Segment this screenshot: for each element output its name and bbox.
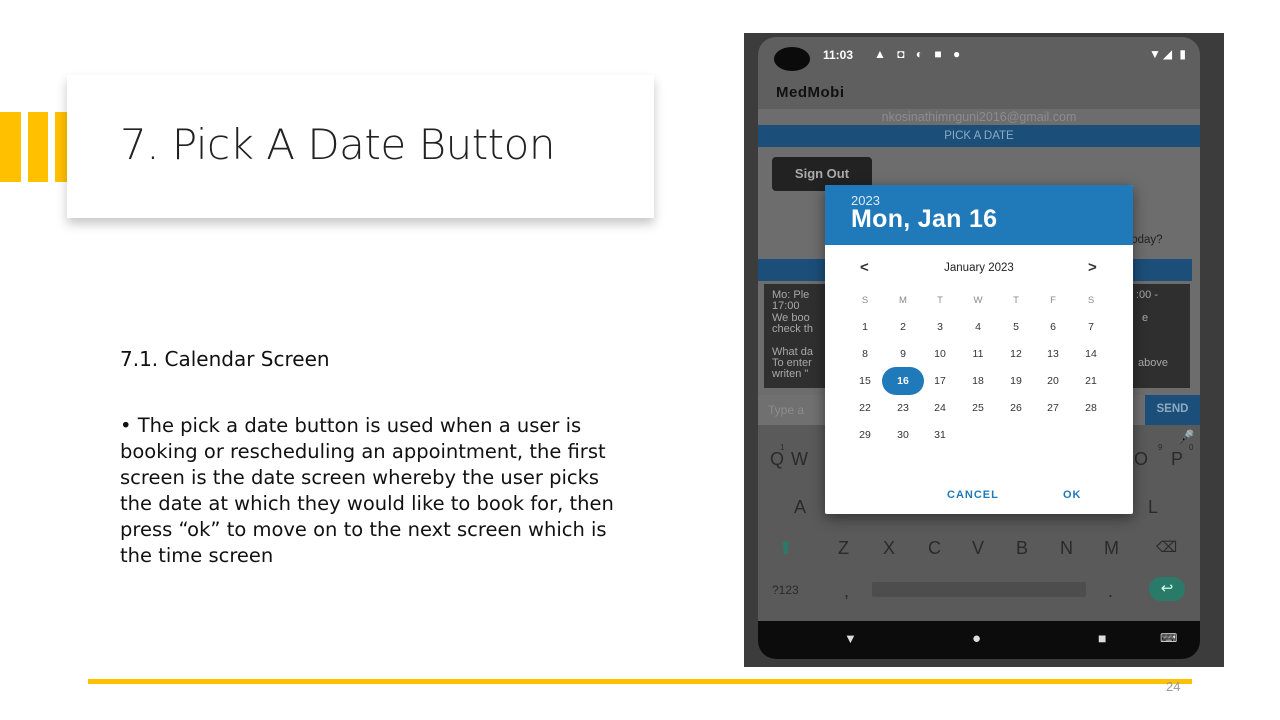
calendar-day[interactable]: 26 [1003,402,1029,414]
calendar-day[interactable]: 6 [1040,321,1066,333]
nav-bar: ▼ ● ■ ⌨ [758,621,1200,659]
calendar-day[interactable]: 20 [1040,375,1066,387]
key-v[interactable]: V [972,538,984,559]
slide-title: 7. Pick A Date Button [120,120,555,169]
signal-battery-icons: ▼◢ ▮ [1148,47,1188,61]
calendar-day[interactable]: 8 [852,348,878,360]
key-q[interactable]: Q [770,449,784,470]
weekday-header: F [1050,295,1056,306]
camera-cutout [774,47,810,71]
calendar-day[interactable]: 18 [965,375,991,387]
calendar-day[interactable]: 12 [1003,348,1029,360]
key-hint: 1 [780,443,785,452]
key-c[interactable]: C [928,538,941,559]
calendar-day[interactable]: 2 [890,321,916,333]
key-z[interactable]: Z [838,538,849,559]
key-x[interactable]: X [883,538,895,559]
space-bar[interactable] [872,582,1086,597]
calendar-day[interactable]: 3 [927,321,953,333]
month-label: January 2023 [944,262,1014,274]
calendar-day[interactable]: 23 [890,402,916,414]
chat-line: writen " [772,368,809,380]
calendar-day[interactable]: 24 [927,402,953,414]
weekday-header: S [1087,295,1095,306]
calendar-day[interactable]: 28 [1078,402,1104,414]
calendar-day[interactable]: 4 [965,321,991,333]
date-picker-header: 2023 Mon, Jan 16 [825,185,1133,245]
calendar-day[interactable]: 10 [927,348,953,360]
notification-icons: ▲ ◘ ◐ ■ ● [874,47,965,61]
chat-line-right: e [1142,312,1149,324]
calendar-day[interactable]: 14 [1078,348,1104,360]
calendar-day[interactable]: 31 [927,429,953,441]
enter-icon[interactable]: ↩ [1149,577,1185,601]
calendar-day[interactable]: 17 [927,375,953,387]
shift-icon[interactable]: ⬆ [778,538,793,559]
calendar-day[interactable]: 1 [852,321,878,333]
key-o[interactable]: O [1134,449,1148,470]
calendar-day[interactable]: 29 [852,429,878,441]
title-box: 7. Pick A Date Button [67,75,654,218]
ok-button[interactable]: OK [1063,489,1082,501]
period-key[interactable]: . [1108,581,1113,602]
home-icon[interactable]: ● [972,630,981,647]
key-b[interactable]: B [1016,538,1028,559]
calendar-day[interactable]: 11 [965,348,991,360]
backspace-icon[interactable]: ⌫ [1156,538,1177,556]
app-title: MedMobi [776,84,845,101]
calendar-day[interactable]: 30 [890,429,916,441]
chat-line-right: :00 - [1136,289,1159,301]
send-button[interactable]: SEND [1145,395,1200,425]
next-month-icon[interactable]: > [1088,259,1097,276]
status-bar: 11:03 ▲ ◘ ◐ ■ ● ▼◢ ▮ [758,37,1200,77]
accent-bar-2 [28,112,48,182]
cancel-button[interactable]: CANCEL [947,489,999,501]
calendar-day[interactable]: 15 [852,375,878,387]
weekday-header: T [1013,295,1019,306]
key-m[interactable]: M [1104,538,1119,559]
selected-day[interactable]: 16 [890,375,916,387]
prompt-today-text: today? [1128,234,1163,246]
keyboard-switch-icon[interactable]: ⌨ [1160,631,1177,645]
back-icon[interactable]: ▼ [844,631,857,646]
key-n[interactable]: N [1060,538,1073,559]
user-email: nkosinathimnguni2016@gmail.com [881,110,1077,124]
accent-bar-3 [55,112,67,182]
chat-line-right: above [1138,357,1168,369]
status-time: 11:03 [823,48,854,62]
message-placeholder: Type a [768,403,805,417]
pick-date-button[interactable]: PICK A DATE [758,125,1200,147]
bullet-paragraph: • The pick a date button is used when a … [120,414,614,567]
calendar-day[interactable]: 25 [965,402,991,414]
weekday-header: S [861,295,869,306]
key-w[interactable]: W [791,449,808,470]
key-a[interactable]: A [794,497,806,518]
section-subheading: 7.1. Calendar Screen [120,347,330,371]
page-number: 24 [1166,679,1181,694]
weekday-header: W [973,295,983,306]
key-l[interactable]: L [1148,497,1158,518]
key-p[interactable]: P [1171,449,1183,470]
chat-line: check th [772,323,813,335]
weekday-header: M [899,295,907,306]
bottom-divider [88,679,1192,684]
accent-bar-1 [0,112,21,182]
header-selected-date[interactable]: Mon, Jan 16 [851,205,997,234]
weekday-header: T [937,295,943,306]
calendar-day[interactable]: 13 [1040,348,1066,360]
key-hint: 9 [1158,443,1163,452]
calendar-day[interactable]: 7 [1078,321,1104,333]
calendar-day[interactable]: 27 [1040,402,1066,414]
comma-key[interactable]: , [844,581,849,602]
date-picker-dialog: 2023 Mon, Jan 16 < January 2023 > SMTWTF… [825,185,1133,514]
calendar-day[interactable]: 21 [1078,375,1104,387]
calendar-day[interactable]: 19 [1003,375,1029,387]
symbols-key[interactable]: ?123 [772,583,799,597]
calendar-day[interactable]: 9 [890,348,916,360]
recents-icon[interactable]: ■ [1098,630,1106,646]
calendar-day[interactable]: 5 [1003,321,1029,333]
key-hint: 0 [1189,443,1194,452]
calendar-day[interactable]: 22 [852,402,878,414]
chat-line: 17:00 [772,300,800,312]
